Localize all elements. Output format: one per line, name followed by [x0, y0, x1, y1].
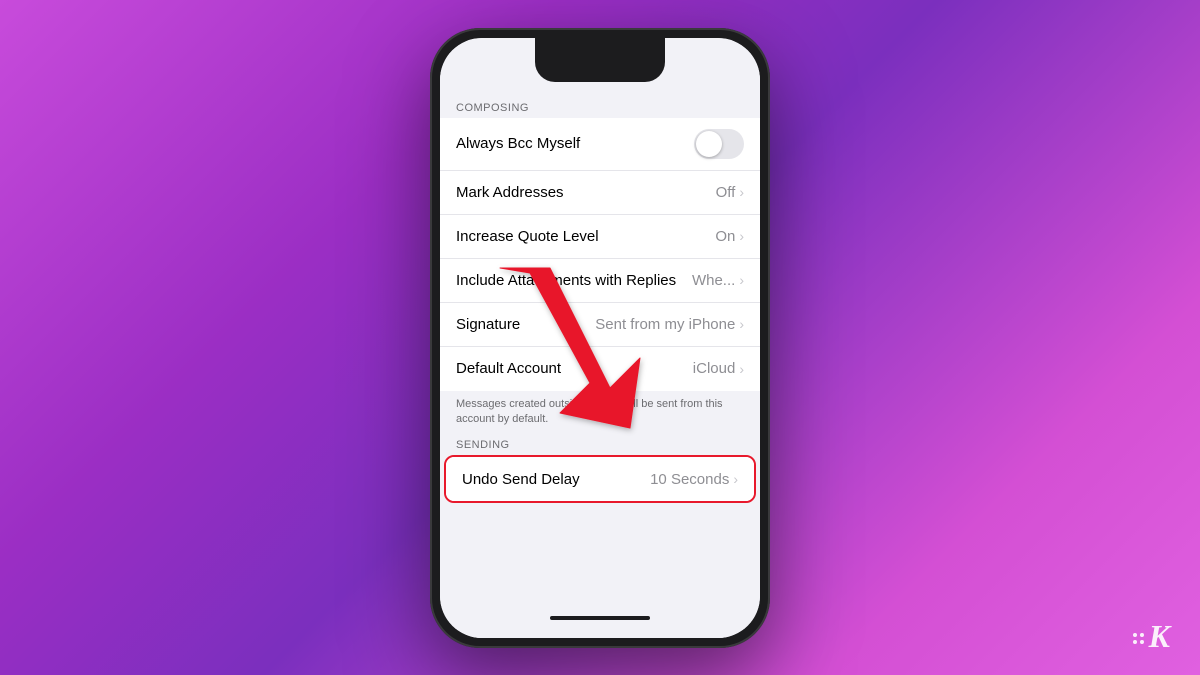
undo-send-highlight-border: Undo Send Delay 10 Seconds ›	[444, 455, 756, 503]
composing-group: Always Bcc Myself Mark Addresses Off	[440, 118, 760, 391]
home-indicator	[550, 616, 650, 620]
dot-1	[1133, 633, 1137, 637]
default-account-note: Messages created outside of Mail will be…	[440, 391, 760, 434]
attachments-value: Whe...	[692, 272, 735, 289]
composing-section: COMPOSING Always Bcc Myself	[440, 48, 760, 504]
mark-addresses-chevron: ›	[739, 184, 744, 200]
default-account-value: iCloud	[693, 360, 736, 377]
dot-3	[1133, 640, 1137, 644]
mark-addresses-value: Off	[716, 184, 736, 201]
increase-quote-row[interactable]: Increase Quote Level On ›	[440, 215, 760, 259]
signature-value-group: Sent from my iPhone ›	[595, 316, 744, 333]
dot-2	[1140, 633, 1144, 637]
attachments-row[interactable]: Include Attachments with Replies Whe... …	[440, 259, 760, 303]
attachments-value-group: Whe... ›	[692, 272, 744, 289]
attachments-chevron: ›	[739, 272, 744, 288]
undo-send-chevron: ›	[733, 471, 738, 487]
attachments-label: Include Attachments with Replies	[456, 272, 676, 289]
phone-mockup: COMPOSING Always Bcc Myself	[430, 28, 770, 648]
increase-quote-value: On	[715, 228, 735, 245]
phone-screen: COMPOSING Always Bcc Myself	[440, 38, 760, 638]
sending-section: SENDING Undo Send Delay 10 Seconds ›	[440, 433, 760, 503]
default-account-chevron: ›	[739, 361, 744, 377]
watermark-dots	[1133, 633, 1144, 644]
mark-addresses-value-group: Off ›	[716, 184, 744, 201]
knowtechie-watermark: K	[1133, 618, 1170, 655]
undo-send-value-group: 10 Seconds ›	[650, 471, 738, 488]
sending-header: SENDING	[440, 433, 760, 455]
signature-row[interactable]: Signature Sent from my iPhone ›	[440, 303, 760, 347]
increase-quote-label: Increase Quote Level	[456, 228, 599, 245]
settings-list: COMPOSING Always Bcc Myself	[440, 48, 760, 638]
always-bcc-toggle[interactable]	[694, 129, 744, 159]
mark-addresses-label: Mark Addresses	[456, 184, 564, 201]
watermark-letter: K	[1149, 618, 1170, 655]
default-account-row[interactable]: Default Account iCloud ›	[440, 347, 760, 391]
default-account-label: Default Account	[456, 360, 561, 377]
increase-quote-chevron: ›	[739, 228, 744, 244]
dot-4	[1140, 640, 1144, 644]
composing-header: COMPOSING	[440, 96, 760, 118]
signature-label: Signature	[456, 316, 520, 333]
undo-send-label: Undo Send Delay	[462, 471, 580, 488]
always-bcc-label: Always Bcc Myself	[456, 135, 580, 152]
undo-send-value: 10 Seconds	[650, 471, 729, 488]
phone-notch	[535, 38, 665, 82]
default-account-value-group: iCloud ›	[693, 360, 744, 377]
mark-addresses-row[interactable]: Mark Addresses Off ›	[440, 171, 760, 215]
screen-content: COMPOSING Always Bcc Myself	[440, 38, 760, 638]
phone-body: COMPOSING Always Bcc Myself	[430, 28, 770, 648]
always-bcc-row[interactable]: Always Bcc Myself	[440, 118, 760, 171]
increase-quote-value-group: On ›	[715, 228, 744, 245]
undo-send-row[interactable]: Undo Send Delay 10 Seconds ›	[446, 457, 754, 501]
signature-value: Sent from my iPhone	[595, 316, 735, 333]
toggle-knob	[696, 131, 722, 157]
signature-chevron: ›	[739, 316, 744, 332]
